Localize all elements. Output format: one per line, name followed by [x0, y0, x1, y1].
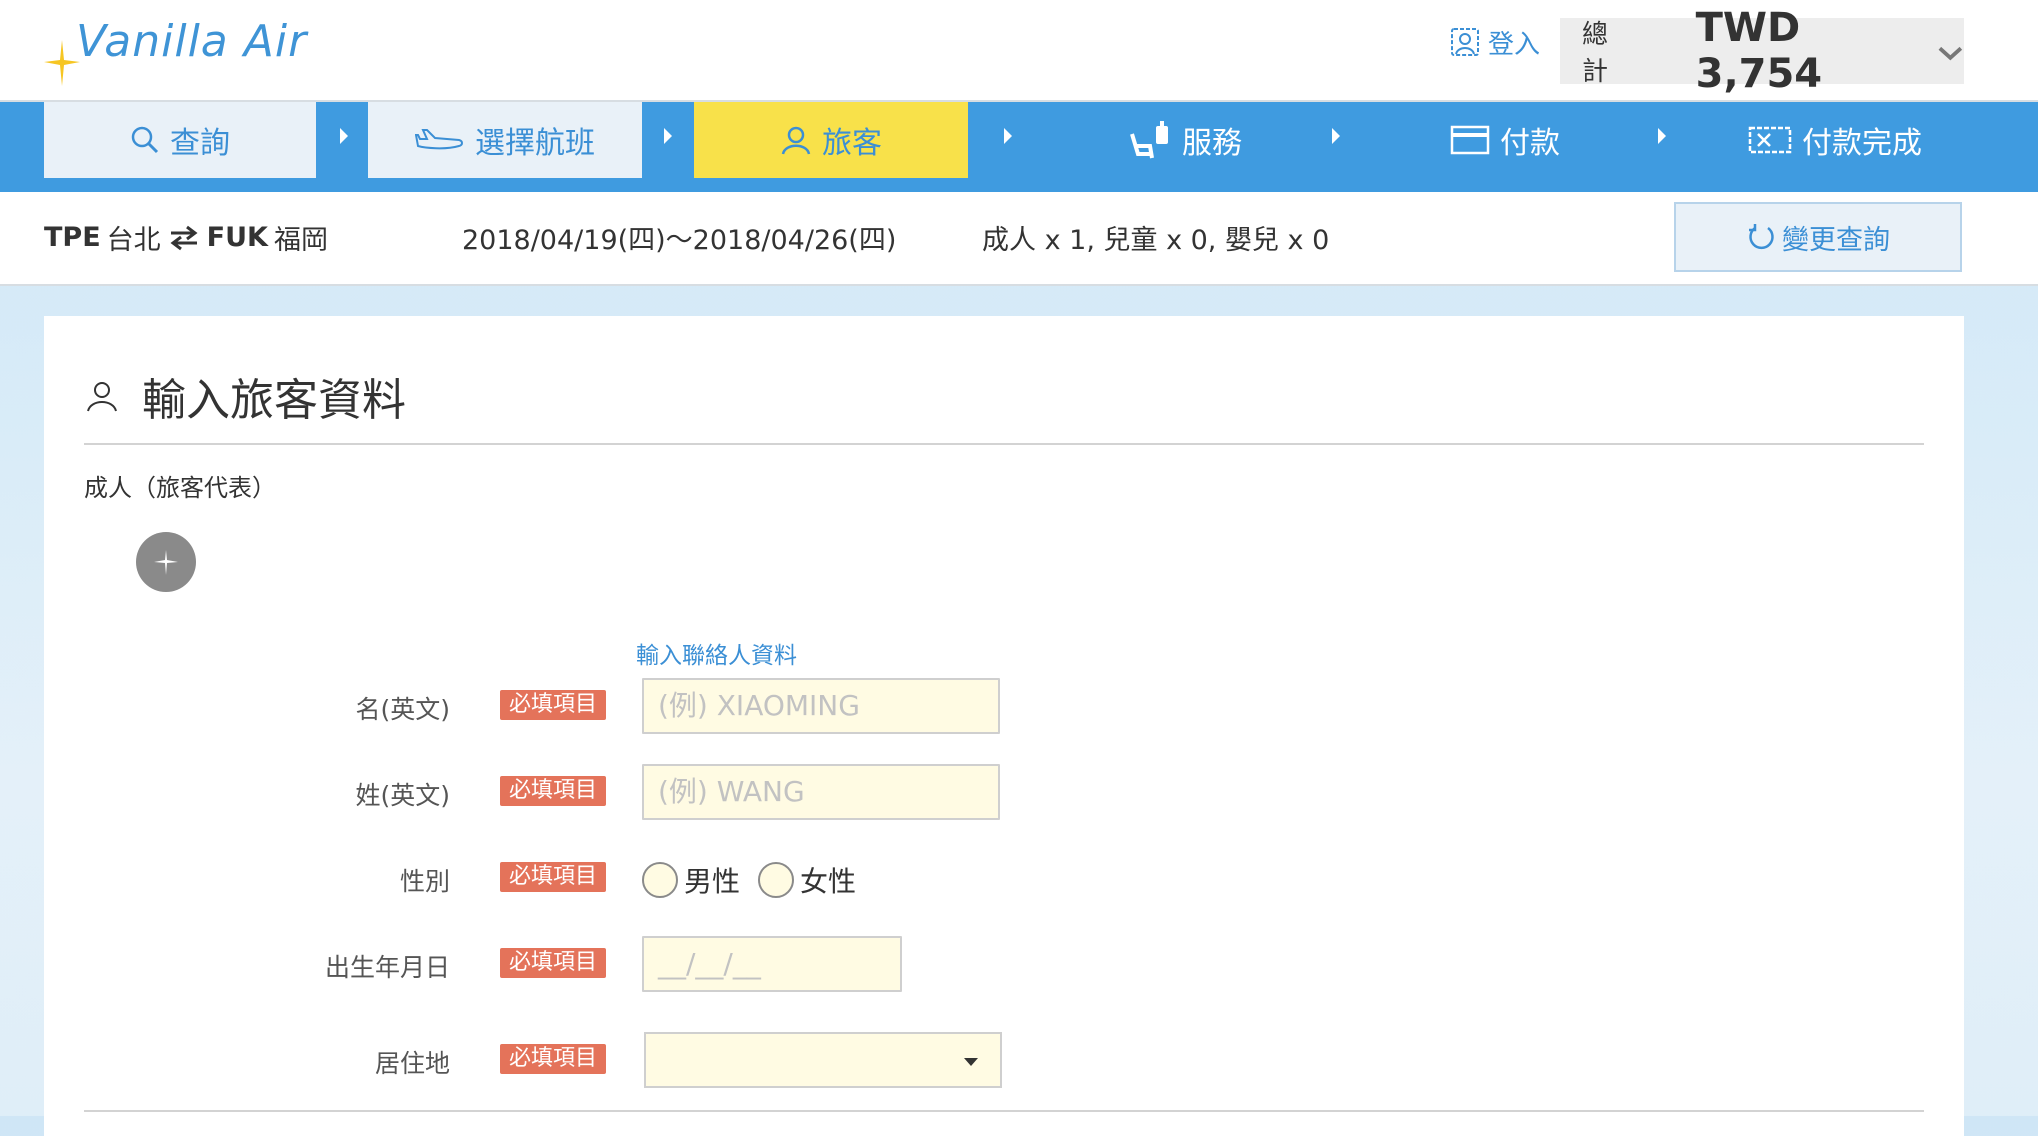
person-outline-icon [87, 382, 117, 412]
search-summary-bar: TPE 台北 FUK 福岡 2018/04/19(四)〜2018/04/26(四… [0, 192, 2038, 286]
total-label: 總計 [1582, 20, 1609, 87]
vanilla-air-logo[interactable]: Vanilla Air [42, 8, 306, 88]
destination-city: 福岡 [273, 225, 328, 256]
step-label: 查詢 [170, 126, 230, 161]
step-label: 選擇航班 [475, 126, 595, 161]
step-label: 服務 [1182, 126, 1242, 161]
person-icon [780, 125, 812, 155]
birthdate-label: 出生年月日 [324, 953, 450, 982]
passenger-type-label: 成人（旅客代表） [84, 474, 276, 502]
step-payment[interactable]: 付款 [1360, 102, 1650, 178]
form-row-residence: 居住地 必填項目 [44, 1032, 1964, 1092]
refresh-icon [1749, 224, 1774, 250]
booking-steps-bar: 查詢 選擇航班 旅客 服務 付款 付款完成 [0, 102, 2038, 192]
search-icon [130, 125, 160, 155]
residence-select[interactable] [644, 1032, 1002, 1088]
form-title: 輸入旅客資料 [84, 364, 406, 428]
step-separator-arrow [1332, 128, 1340, 144]
step-separator-arrow [664, 128, 672, 144]
seat-luggage-icon [1128, 120, 1172, 160]
step-label: 旅客 [822, 126, 882, 161]
step-services[interactable]: 服務 [1040, 102, 1330, 178]
form-row-first-name: 名(英文) 必填項目 (例) XIAOMING [44, 678, 1964, 738]
step-separator-arrow [1004, 128, 1012, 144]
travel-dates: 2018/04/19(四)〜2018/04/26(四) [462, 225, 897, 256]
form-row-gender: 性別 必填項目 男性 女性 [44, 850, 1964, 910]
gender-radio-group: 男性 女性 [642, 850, 874, 910]
origin-code: TPE [44, 222, 101, 253]
total-price-toggle[interactable]: 總計 TWD 3,754 [1560, 5, 1964, 97]
form-bottom-divider [84, 1110, 1924, 1112]
first-name-label: 名(英文) [355, 695, 450, 724]
last-name-input[interactable]: (例) WANG [642, 764, 1000, 820]
gender-male-option[interactable]: 男性 [642, 860, 740, 900]
step-separator-arrow [1658, 128, 1666, 144]
card-icon [1450, 125, 1490, 155]
logo-wordmark: Vanilla Air [76, 16, 308, 67]
form-row-last-name: 姓(英文) 必填項目 (例) WANG [44, 764, 1964, 824]
last-name-label: 姓(英文) [355, 781, 450, 810]
required-badge: 必填項目 [500, 1044, 607, 1074]
change-search-label: 變更查詢 [1782, 224, 1890, 256]
passenger-avatar [136, 532, 196, 592]
gender-male-label: 男性 [684, 865, 741, 898]
gender-label: 性別 [399, 867, 450, 896]
enter-contact-info-link[interactable]: 輸入聯絡人資料 [636, 636, 797, 670]
step-search[interactable]: 查詢 [44, 102, 316, 178]
required-badge: 必填項目 [500, 862, 607, 892]
step-separator-arrow [340, 128, 348, 144]
step-label: 付款完成 [1802, 126, 1922, 161]
login-label: 登入 [1488, 29, 1541, 60]
required-badge: 必填項目 [500, 690, 607, 720]
ticket-icon [1748, 125, 1792, 155]
site-header: Vanilla Air 登入 總計 TWD 3,754 [0, 0, 2038, 102]
change-search-button[interactable]: 變更查詢 [1674, 202, 1962, 272]
first-name-input[interactable]: (例) XIAOMING [642, 678, 1000, 734]
form-row-birthdate: 出生年月日 必填項目 __/__/__ [44, 936, 1964, 996]
chevron-down-icon [1938, 46, 1963, 61]
gender-female-radio[interactable] [758, 862, 795, 898]
gender-male-radio[interactable] [642, 862, 678, 898]
required-badge: 必填項目 [500, 948, 607, 978]
step-label: 付款 [1500, 126, 1560, 161]
airplane-icon [415, 126, 465, 154]
step-select-flight[interactable]: 選擇航班 [368, 102, 642, 178]
round-trip-icon [169, 225, 199, 251]
title-divider [84, 443, 1924, 445]
user-icon [1451, 28, 1479, 56]
login-link[interactable]: 登入 [1450, 22, 1540, 62]
step-passenger[interactable]: 旅客 [694, 102, 968, 178]
required-badge: 必填項目 [500, 776, 607, 806]
caret-down-icon [964, 1058, 978, 1066]
logo-star-icon [154, 550, 178, 575]
total-amount: TWD 3,754 [1695, 5, 1823, 97]
gender-female-option[interactable]: 女性 [758, 860, 856, 900]
form-title-text: 輸入旅客資料 [142, 375, 406, 426]
step-payment-complete[interactable]: 付款完成 [1690, 102, 1980, 178]
gender-female-label: 女性 [800, 865, 857, 898]
route-summary: TPE 台北 FUK 福岡 [44, 218, 328, 257]
birthdate-input[interactable]: __/__/__ [642, 936, 902, 992]
origin-city: 台北 [106, 225, 161, 256]
residence-label: 居住地 [374, 1049, 450, 1078]
destination-code: FUK [206, 222, 268, 253]
passenger-count: 成人 x 1, 兒童 x 0, 嬰兒 x 0 [982, 225, 1330, 256]
passenger-form-card: 輸入旅客資料 成人（旅客代表） 輸入聯絡人資料 名(英文) 必填項目 (例) X… [44, 316, 1964, 1136]
